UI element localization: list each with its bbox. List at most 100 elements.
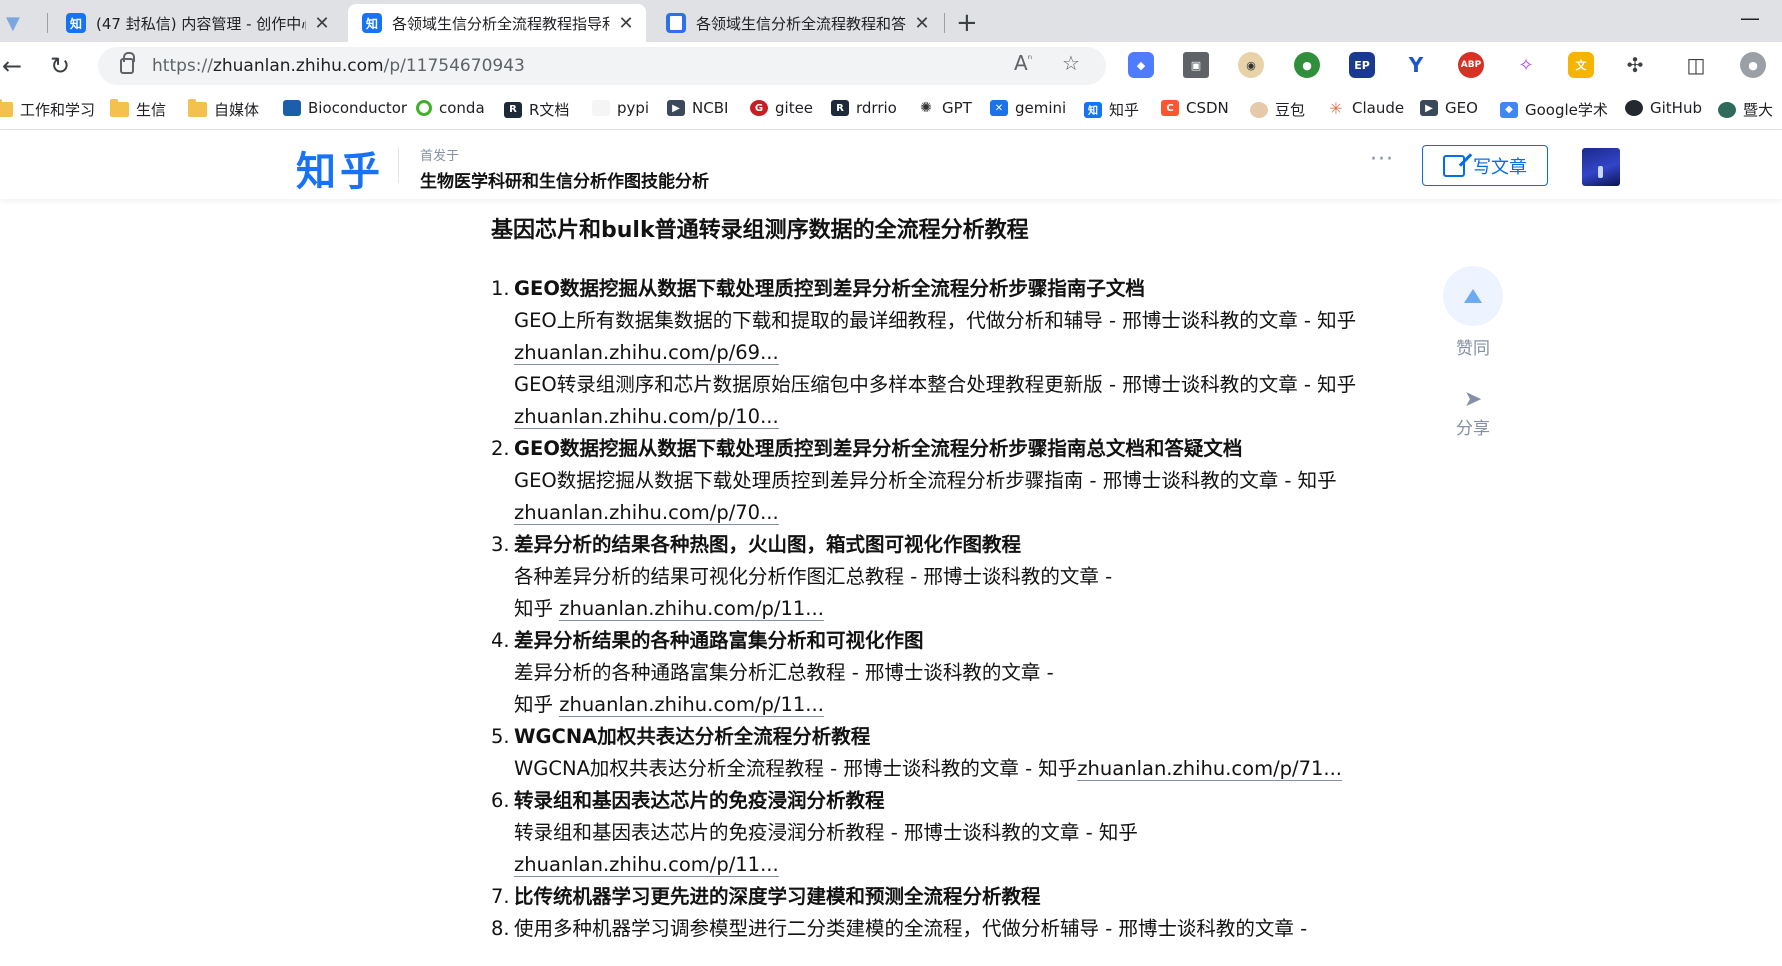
r-icon: R <box>504 101 522 118</box>
list-item: 7. 比传统机器学习更先进的深度学习建模和预测全流程分析教程 <box>491 881 1361 913</box>
tab-strip: ▼ 知 (47 封私信) 内容管理 - 创作中心 ✕ 知 各领域生信分析全流程教… <box>0 0 1782 42</box>
shield-y-icon[interactable]: Y <box>1403 52 1429 78</box>
bookmark-gpt[interactable]: ✺ GPT <box>917 99 972 117</box>
close-icon[interactable]: ✕ <box>912 13 932 34</box>
folder-icon <box>188 99 207 117</box>
bookmark-r-docs[interactable]: R R文档 <box>504 99 569 120</box>
bookmark-geo[interactable]: ▶ GEO <box>1420 99 1478 117</box>
article-link[interactable]: zhuanlan.zhihu.com/p/11... <box>559 597 824 621</box>
r-icon: R <box>831 100 849 116</box>
reload-icon[interactable]: ↻ <box>50 52 70 80</box>
column-name-link[interactable]: 生物医学科研和生信分析作图技能分析 <box>420 167 709 192</box>
tab-tutorial-doc[interactable]: 各领域生信分析全流程教程和答疑文档 ✕ <box>652 4 942 42</box>
bookmark-folder-bioinfo[interactable]: 生信 <box>110 99 166 120</box>
claude-icon: ✳ <box>1327 99 1345 118</box>
list-item: 1. GEO数据挖掘从数据下载处理质控到差异分析全流程分析步骤指南子文档 GEO… <box>491 273 1361 433</box>
sparkle-icon[interactable]: ✧ <box>1513 52 1539 78</box>
tab-title: 各领域生信分析全流程教程指导和答疑文档 <box>392 14 610 33</box>
edit-icon <box>1443 154 1465 177</box>
bookmark-gemini[interactable]: ✕ gemini <box>990 99 1066 117</box>
close-icon[interactable]: ✕ <box>312 13 332 34</box>
bookmark-conda[interactable]: conda <box>416 99 485 117</box>
close-icon[interactable]: ✕ <box>616 13 636 34</box>
extension-icon[interactable]: ◆ <box>1128 52 1154 78</box>
favorite-star-icon[interactable]: ☆ <box>1062 51 1080 75</box>
bookmark-gitee[interactable]: Ggitee <box>750 99 813 117</box>
share-send-icon[interactable]: ➤ <box>1443 387 1503 412</box>
list-item-heading: WGCNA加权共表达分析全流程分析教程 <box>514 725 871 748</box>
bookmark-google-scholar[interactable]: ◆ Google学术 <box>1500 99 1608 120</box>
tab-title: 各领域生信分析全流程教程和答疑文档 <box>696 14 906 33</box>
owl-icon[interactable]: ◉ <box>1238 52 1264 78</box>
article-link[interactable]: zhuanlan.zhihu.com/p/10... <box>514 405 779 429</box>
avatar[interactable] <box>1582 148 1620 186</box>
scholar-icon: ◆ <box>1500 101 1518 118</box>
screen-icon[interactable]: ▣ <box>1183 52 1209 78</box>
bookmark-claude[interactable]: ✳ Claude <box>1327 99 1404 118</box>
bookmark-bioconductor[interactable]: Bioconductor <box>283 99 407 117</box>
list-item-desc: 差异分析的各种通路富集分析汇总教程 - 邢博士谈科教的文章 - 知乎 zhuan… <box>514 661 1054 717</box>
split-screen-icon[interactable]: ◫ <box>1683 52 1709 78</box>
new-tab-button[interactable]: + <box>956 8 978 38</box>
bookmark-github[interactable]: GitHub <box>1625 99 1702 117</box>
share-label[interactable]: 分享 <box>1443 414 1503 439</box>
tab-search-icon-area[interactable]: ▼ <box>0 4 40 42</box>
upvote-label[interactable]: 赞同 <box>1443 334 1503 359</box>
folder-icon <box>110 99 129 117</box>
write-article-button[interactable]: 写文章 <box>1422 145 1548 186</box>
tab-actions-icon[interactable]: ▼ <box>6 13 20 34</box>
upvote-arrow-icon <box>1464 289 1482 303</box>
browser-toolbar: ← ↻ https://zhuanlan.zhihu.com/p/1175467… <box>0 42 1782 90</box>
address-bar[interactable]: https://zhuanlan.zhihu.com/p/11754670943 <box>98 47 1106 85</box>
extensions-puzzle-icon[interactable]: ✣ <box>1622 52 1648 78</box>
more-options-icon[interactable]: ··· <box>1370 147 1394 172</box>
bookmark-zhihu[interactable]: 知知乎 <box>1084 99 1139 120</box>
article-link[interactable]: zhuanlan.zhihu.com/p/11... <box>514 853 779 877</box>
article-link[interactable]: zhuanlan.zhihu.com/p/11... <box>559 693 824 717</box>
list-item-desc: 各种差异分析的结果可视化分析作图汇总教程 - 邢博士谈科教的文章 - 知乎 zh… <box>514 565 1113 621</box>
bookmark-ncbi[interactable]: ▶ NCBI <box>667 99 728 117</box>
list-item-desc: GEO上所有数据集数据的下载和提取的最详细教程，代做分析和辅导 - 邢博士谈科教… <box>514 309 1357 365</box>
list-item-desc: 使用多种机器学习调参模型进行二分类建模的全流程，代做分析辅导 - 邢博士谈科教的… <box>514 917 1308 940</box>
list-item-heading: GEO数据挖掘从数据下载处理质控到差异分析全流程分析步骤指南子文档 <box>514 277 1145 300</box>
list-item-heading: 差异分析的结果各种热图，火山图，箱式图可视化作图教程 <box>514 533 1022 556</box>
bookmark-rdrrio[interactable]: Rrdrrio <box>831 99 897 117</box>
zhihu-header: 知乎 首发于 生物医学科研和生信分析作图技能分析 ··· 写文章 <box>0 131 1782 199</box>
list-item-heading: 差异分析结果的各种通路富集分析和可视化作图 <box>514 629 924 652</box>
tab-content-manager[interactable]: 知 (47 封私信) 内容管理 - 创作中心 ✕ <box>52 4 342 42</box>
zhihu-logo[interactable]: 知乎 <box>296 139 384 197</box>
adblock-icon[interactable]: ABP <box>1458 52 1484 78</box>
list-item: 6. 转录组和基因表达芯片的免疫浸润分析教程 转录组和基因表达芯片的免疫浸润分析… <box>491 785 1361 881</box>
list-item-heading: 比传统机器学习更先进的深度学习建模和预测全流程分析教程 <box>514 885 1041 908</box>
pypi-icon <box>592 100 610 116</box>
bookmark-pypi[interactable]: pypi <box>592 99 649 117</box>
article-link[interactable]: zhuanlan.zhihu.com/p/69... <box>514 341 779 365</box>
globe-icon[interactable]: ● <box>1294 52 1320 78</box>
tab-tutorial-guide[interactable]: 知 各领域生信分析全流程教程指导和答疑文档 ✕ <box>348 4 646 42</box>
bookmark-folder-work[interactable]: 工作和学习 <box>0 99 95 120</box>
bookmark-folder-media[interactable]: 自媒体 <box>188 99 259 120</box>
minimize-button[interactable]: — <box>1740 6 1760 30</box>
profile-icon[interactable]: ● <box>1740 52 1766 78</box>
doubao-icon <box>1250 101 1268 118</box>
lock-icon[interactable] <box>120 52 135 74</box>
bookmark-csdn[interactable]: C CSDN <box>1161 99 1229 117</box>
tab-separator <box>944 13 945 33</box>
zotero-icon[interactable]: EP <box>1349 52 1375 78</box>
read-aloud-icon[interactable]: Aⁿ <box>1014 51 1032 75</box>
url-text[interactable]: https://zhuanlan.zhihu.com/p/11754670943 <box>152 56 525 76</box>
side-actions: 赞同 ➤ 分享 <box>1443 266 1503 439</box>
list-item: 3. 差异分析的结果各种热图，火山图，箱式图可视化作图教程 各种差异分析的结果可… <box>491 529 1361 625</box>
translate-icon[interactable]: 文 <box>1568 52 1594 78</box>
article-body: 基因芯片和bulk普通转录组测序数据的全流程分析教程 1. GEO数据挖掘从数据… <box>491 215 1361 945</box>
article-link[interactable]: zhuanlan.zhihu.com/p/71... <box>1077 757 1343 781</box>
bookmark-doubao[interactable]: 豆包 <box>1250 99 1305 120</box>
gemini-icon: ✕ <box>990 100 1008 116</box>
list-item: 5. WGCNA加权共表达分析全流程分析教程 WGCNA加权共表达分析全流程教程… <box>491 721 1361 785</box>
zhihu-favicon-icon: 知 <box>362 13 382 33</box>
bookmark-jnu[interactable]: 暨大 <box>1718 99 1773 120</box>
doc-icon <box>666 13 686 33</box>
article-link[interactable]: zhuanlan.zhihu.com/p/70... <box>514 501 779 525</box>
back-arrow-icon[interactable]: ← <box>2 52 22 80</box>
upvote-button[interactable] <box>1443 266 1503 326</box>
